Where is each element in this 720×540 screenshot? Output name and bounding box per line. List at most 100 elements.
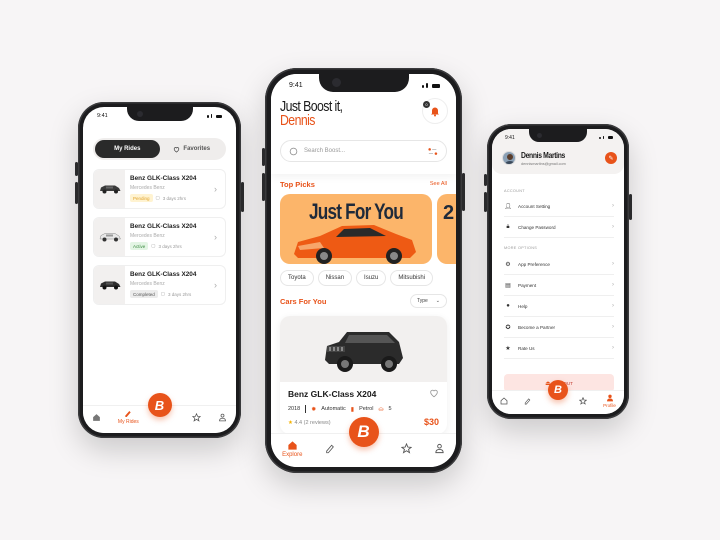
card-icon: ▤	[505, 282, 511, 289]
car-seats: 5	[388, 406, 392, 412]
phone-explore: 9:41 Just Boost it, Dennis 0 Search Boos…	[262, 68, 465, 473]
menu-app-preference[interactable]: ⚙ App Preference ›	[504, 254, 614, 275]
my-rides-screen: 9:41 My Rides Favorites Benz GLK-Class X…	[83, 107, 236, 433]
search-input[interactable]: Search Boost...	[304, 148, 422, 154]
tab-profile[interactable]: Profile	[603, 394, 616, 408]
tab-home[interactable]	[92, 413, 101, 422]
chevron-right-icon: ›	[612, 224, 614, 230]
home-icon	[288, 440, 297, 450]
favorite-heart-icon[interactable]	[429, 388, 439, 398]
star-icon: ★	[505, 345, 511, 352]
tab-home[interactable]	[500, 397, 508, 405]
chevron-right-icon: ›	[612, 261, 614, 267]
ride-title: Benz GLK-Class X204	[130, 271, 197, 278]
user-icon: 👤︎	[504, 203, 512, 210]
cars-for-you-title: Cars For You	[280, 297, 327, 306]
user-name: Dennis	[280, 112, 315, 129]
notification-button[interactable]: 0	[422, 98, 448, 124]
chip-toyota[interactable]: Toyota	[280, 270, 314, 286]
boost-logo-icon: B	[357, 422, 370, 441]
boost-fab-button[interactable]: B	[348, 417, 379, 447]
boost-fab-button[interactable]: B	[548, 380, 568, 400]
chip-mitsubishi[interactable]: Mitsubishi	[390, 270, 434, 286]
ride-brand: Mercedes Benz	[130, 185, 165, 191]
handshake-icon: ✪	[505, 324, 511, 331]
boost-logo-icon: B	[154, 397, 165, 413]
tab-my-rides[interactable]	[325, 444, 335, 454]
ride-title: Benz GLK-Class X204	[130, 223, 197, 230]
calendar-icon: ▢	[160, 291, 166, 296]
tab-explore[interactable]: Explore	[282, 440, 302, 458]
search-bar[interactable]: Search Boost...	[280, 140, 447, 162]
status-badge: Active	[130, 242, 149, 250]
chip-isuzu[interactable]: Isuzu	[356, 270, 387, 286]
chevron-right-icon: ›	[612, 324, 614, 330]
notification-count: 0	[423, 101, 430, 108]
user-icon	[219, 413, 227, 422]
chevron-right-icon: ›	[214, 232, 217, 242]
menu-rate-us[interactable]: ★ Rate Us ›	[504, 338, 614, 359]
ride-duration: 3 days 2hrs	[168, 291, 192, 297]
user-icon	[435, 443, 444, 454]
chevron-right-icon: ›	[612, 345, 614, 351]
promo-banner-next[interactable]: 2 0	[437, 194, 456, 264]
star-icon	[579, 397, 588, 405]
explore-screen: 9:41 Just Boost it, Dennis 0 Search Boos…	[271, 74, 456, 467]
tab-favorites[interactable]	[192, 413, 202, 422]
car-thumbnail	[94, 266, 125, 304]
tab-my-rides[interactable]	[524, 397, 531, 405]
home-icon	[92, 414, 100, 421]
filter-icon[interactable]	[428, 147, 438, 156]
segment-favorites[interactable]: Favorites	[160, 140, 225, 158]
gear-icon: ⚙	[505, 261, 511, 268]
boost-fab-button[interactable]: B	[147, 393, 172, 417]
tab-profile[interactable]	[218, 413, 227, 422]
tab-favorites[interactable]	[579, 397, 588, 405]
gear-icon: ✹	[311, 406, 317, 413]
more-options-label: MORE OPTIONS	[504, 246, 538, 250]
car-specs: 2018 ✹ Automatic ▮ Petrol ⛀ 5	[288, 405, 392, 413]
see-all-link[interactable]: See All	[430, 181, 447, 187]
car-name: Benz GLK-Class X204	[288, 389, 377, 399]
camera	[136, 111, 143, 117]
power-button	[241, 182, 244, 212]
pen-icon	[325, 444, 334, 453]
menu-change-password[interactable]: 🔒︎ Change Password ›	[504, 217, 614, 238]
menu-account-setting[interactable]: 👤︎ Account Setting ›	[504, 196, 614, 217]
segment-my-rides[interactable]: My Rides	[95, 140, 160, 158]
chevron-right-icon: ›	[612, 203, 614, 209]
volume-button	[262, 148, 265, 166]
camera	[537, 133, 542, 138]
promo-banner[interactable]: Just For You	[280, 194, 432, 264]
tab-my-rides[interactable]: My Rides	[118, 410, 139, 425]
power-button	[462, 173, 465, 211]
calendar-icon: ▢	[151, 243, 156, 248]
ride-card[interactable]: Benz GLK-Class X204 Mercedes Benz Pendin…	[93, 169, 226, 209]
lock-icon: 🔒︎	[506, 223, 510, 230]
menu-payment[interactable]: ▤ Payment ›	[504, 275, 614, 296]
car-price: $30	[423, 417, 439, 427]
ride-brand: Mercedes Benz	[130, 233, 165, 239]
volume-button	[75, 182, 78, 204]
menu-become-partner[interactable]: ✪ Become a Partner ›	[504, 317, 614, 338]
pen-icon	[524, 397, 531, 404]
edit-profile-button[interactable]: ✎	[605, 152, 617, 164]
ride-title: Benz GLK-Class X204	[130, 175, 197, 182]
ride-duration: 3 days 2hrs	[162, 195, 187, 201]
tab-favorites[interactable]	[400, 443, 412, 454]
user-icon	[606, 394, 613, 402]
ride-card[interactable]: Benz GLK-Class X204 Mercedes Benz Comple…	[93, 265, 226, 305]
tab-profile[interactable]	[434, 443, 445, 454]
ride-card[interactable]: Benz GLK-Class X204 Mercedes Benz Active…	[93, 217, 226, 257]
menu-help[interactable]: ● Help ›	[504, 296, 614, 317]
suv-image	[324, 332, 403, 372]
volume-button	[75, 162, 78, 176]
car-fuel: Petrol	[359, 406, 374, 412]
chevron-right-icon: ›	[612, 282, 614, 288]
chevron-right-icon: ›	[214, 280, 217, 290]
type-dropdown[interactable]: Type ⌄	[409, 294, 447, 308]
fuel-icon: ▮	[350, 406, 355, 413]
phone-my-rides: 9:41 My Rides Favorites Benz GLK-Class X…	[75, 102, 244, 438]
status-time: 9:41	[289, 81, 303, 89]
chip-nissan[interactable]: Nissan	[317, 270, 353, 286]
